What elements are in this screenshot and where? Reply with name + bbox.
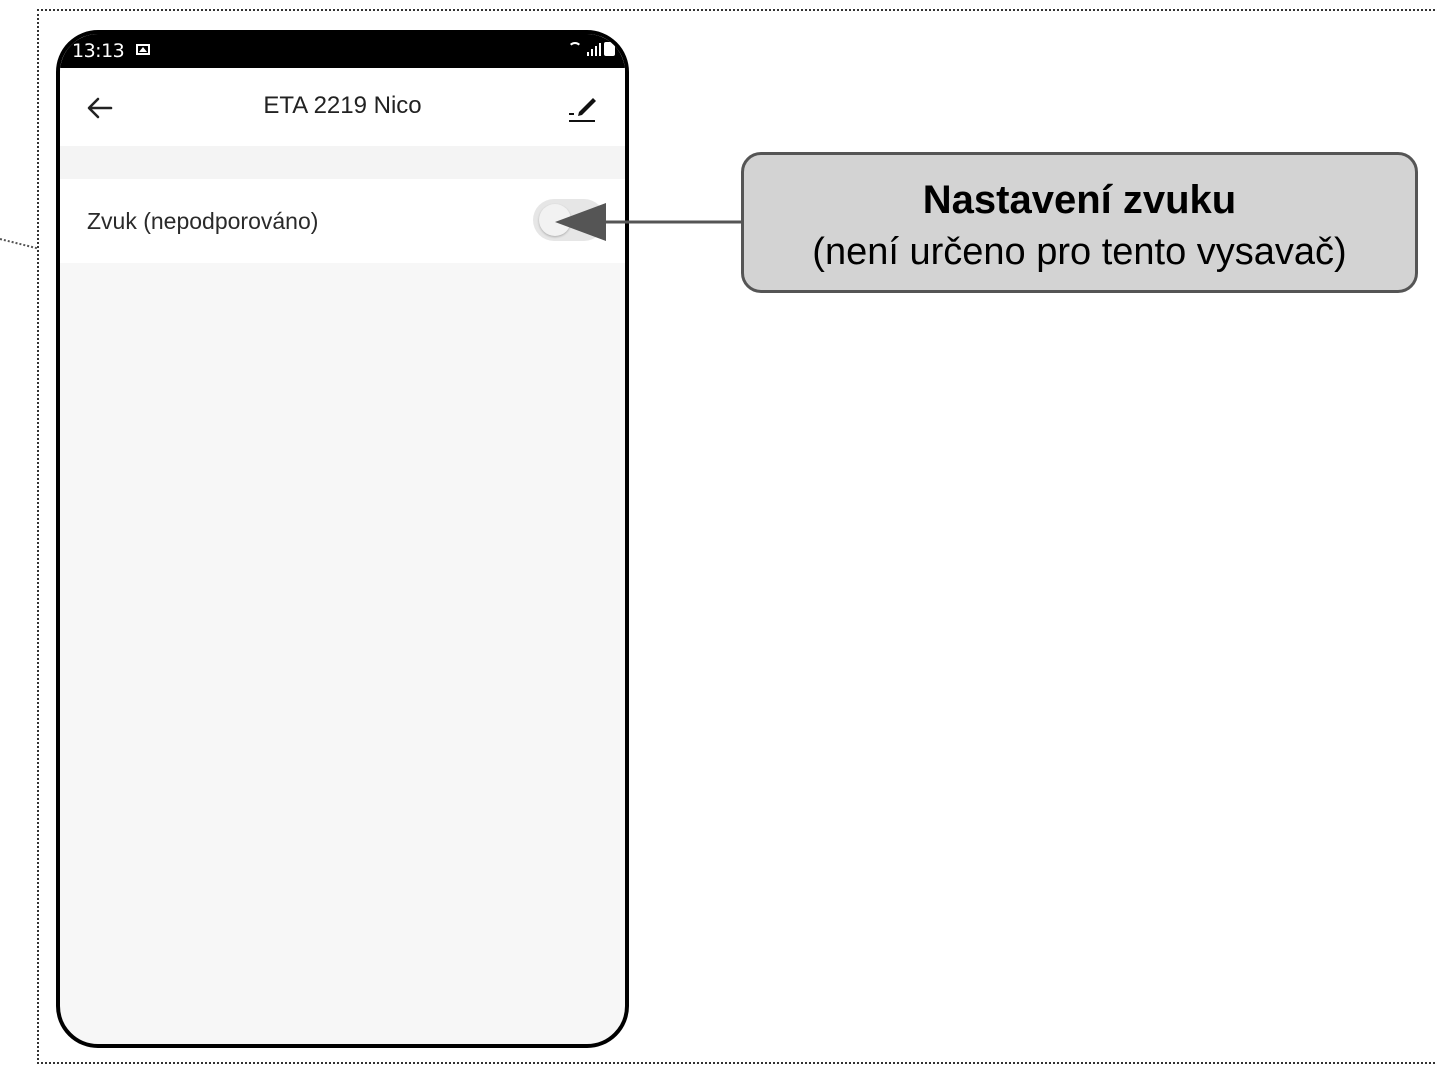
battery-icon <box>604 42 615 56</box>
frame-border-bottom <box>37 1062 1435 1064</box>
image-icon <box>136 44 150 55</box>
wifi-icon <box>568 42 584 56</box>
frame-border-left <box>37 9 39 1064</box>
phone-screen: 13:13 ETA 2219 Nico Zvuk (nepodporováno) <box>56 30 629 1048</box>
signal-icon <box>587 42 601 56</box>
status-icons <box>568 42 615 56</box>
status-bar: 13:13 <box>60 34 625 68</box>
frame-connector-line <box>0 238 38 250</box>
status-time: 13:13 <box>72 40 125 62</box>
app-bar: ETA 2219 Nico <box>60 68 625 146</box>
edit-pencil-icon[interactable] <box>563 88 603 128</box>
sound-toggle[interactable] <box>533 199 605 241</box>
callout-title: Nastavení zvuku <box>922 178 1237 222</box>
section-separator <box>60 146 625 179</box>
settings-row-label: Zvuk (nepodporováno) <box>87 208 319 234</box>
toggle-knob <box>539 204 571 236</box>
callout-box: Nastavení zvuku (není určeno pro tento v… <box>741 152 1418 293</box>
frame-border-top <box>37 9 1435 11</box>
callout-subtitle: (není určeno pro tento vysavač) <box>812 231 1347 273</box>
settings-row-sound: Zvuk (nepodporováno) <box>60 179 625 263</box>
page-title: ETA 2219 Nico <box>263 92 422 119</box>
